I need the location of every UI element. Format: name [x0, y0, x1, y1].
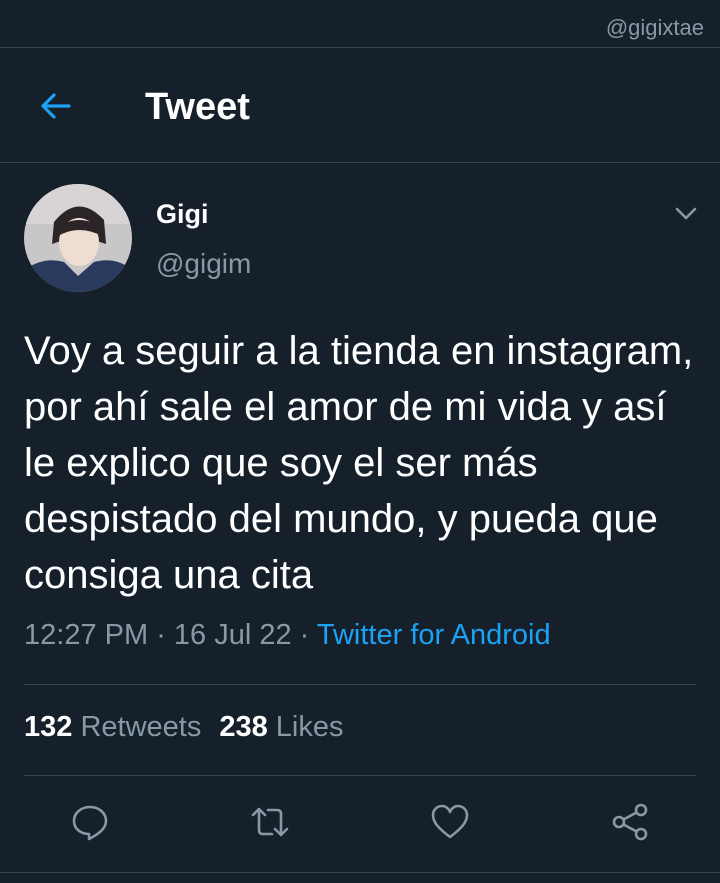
divider [0, 872, 720, 873]
avatar[interactable] [24, 184, 132, 292]
chevron-down-icon[interactable] [672, 200, 700, 228]
page-header: Tweet [0, 48, 720, 163]
author-display-name[interactable]: Gigi [156, 199, 209, 230]
tweet-source-link[interactable]: Twitter for Android [317, 619, 551, 651]
page-title: Tweet [145, 86, 250, 128]
tweet-date: 16 Jul 22 [173, 619, 292, 651]
retweets-stat[interactable]: 132 Retweets [24, 711, 201, 743]
likes-label: Likes [275, 711, 344, 743]
retweets-label: Retweets [80, 711, 202, 743]
divider [24, 684, 696, 685]
meta-separator: · [148, 619, 174, 651]
share-icon[interactable] [610, 802, 650, 842]
top-bar: @gigixtae [0, 0, 720, 48]
divider [24, 775, 696, 776]
likes-count: 238 [219, 711, 268, 743]
meta-separator: · [291, 619, 317, 651]
watermark: @gigixtae [605, 15, 704, 40]
tweet-stats: 132 Retweets 238 Likes [24, 711, 344, 744]
tweet-text: Voy a seguir a la tienda en instagram, p… [24, 329, 694, 597]
likes-stat[interactable]: 238 Likes [219, 711, 343, 743]
tweet-metadata: 12:27 PM · 16 Jul 22 · Twitter for Andro… [24, 619, 551, 652]
retweets-count: 132 [24, 711, 73, 743]
retweet-icon[interactable] [250, 802, 290, 842]
author-handle[interactable]: @gigim [156, 248, 251, 280]
reply-icon[interactable] [70, 802, 110, 842]
tweet-time: 12:27 PM [24, 619, 149, 651]
back-arrow-icon[interactable] [36, 86, 76, 126]
like-icon[interactable] [430, 802, 470, 842]
